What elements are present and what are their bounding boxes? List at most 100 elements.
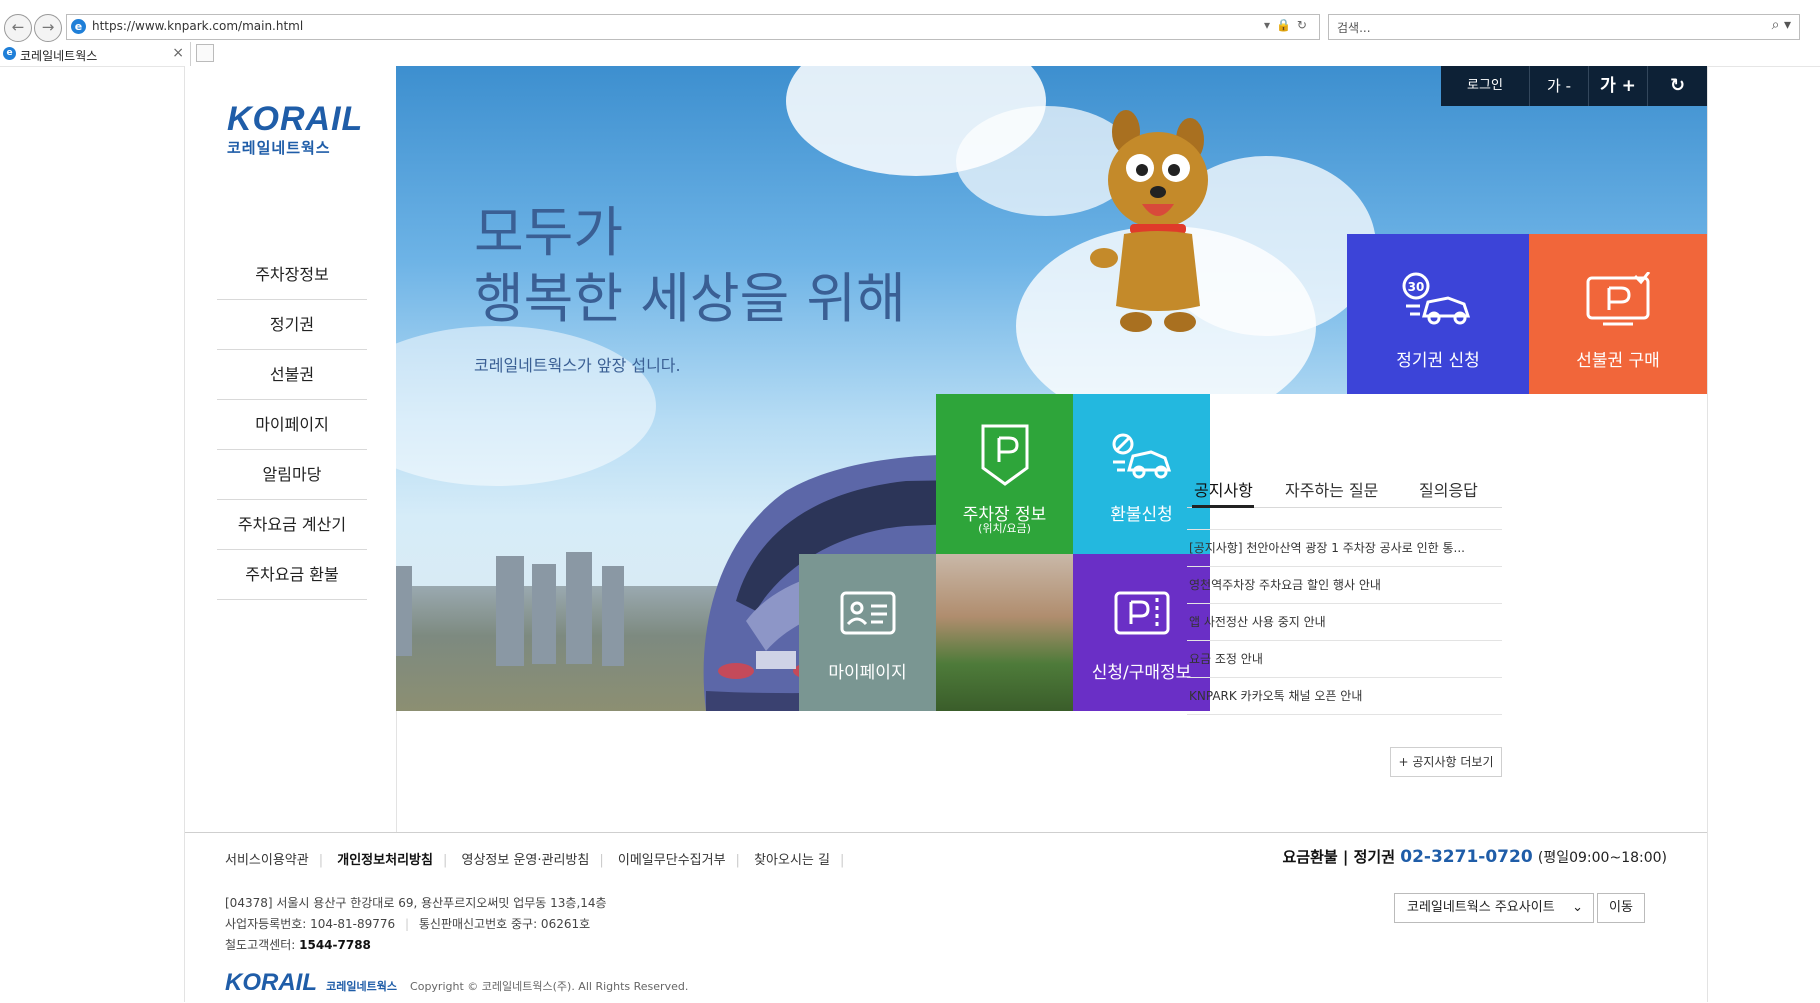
car-30-icon: 30: [1402, 272, 1471, 325]
footer: 서비스이용약관 | 개인정보처리방침 | 영상정보 운영·관리방침 | 이메일무단수집…: [185, 832, 1707, 1003]
tile-parking-info[interactable]: 주차장 정보 (위치/요금): [936, 394, 1073, 554]
tab-notice[interactable]: 공지사항: [1194, 477, 1253, 501]
search-icon[interactable]: ⌕ ▾: [1772, 17, 1791, 33]
font-decrease-button[interactable]: 가 -: [1530, 66, 1588, 106]
close-tab-icon[interactable]: ×: [172, 45, 184, 61]
parking-card-icon: [1586, 272, 1651, 326]
family-site-value: 코레일네트웍스 주요사이트: [1407, 900, 1555, 915]
mascot-dog-image: [1090, 110, 1208, 332]
ie-icon: e: [71, 19, 86, 34]
notice-tabs: 공지사항 자주하는 질문 질의응답: [1187, 463, 1502, 508]
link-divider: |: [442, 853, 448, 868]
building-shape: [532, 564, 556, 664]
tile-prepaid-purchase[interactable]: 선불권 구매: [1529, 234, 1707, 394]
footer-link-privacy[interactable]: 개인정보처리방침: [337, 853, 433, 868]
menu-item-season-ticket[interactable]: 정기권: [217, 300, 367, 350]
tile-parking-info-sub: (위치/요금): [978, 522, 1031, 535]
info-divider: |: [404, 917, 410, 931]
tile-prepaid-label: 선불권 구매: [1576, 351, 1660, 371]
logo-sub: 코레일네트웍스: [227, 139, 331, 157]
slogan-line-2: 행복한 세상을 위해: [474, 267, 906, 330]
browser-search-box[interactable]: 검색... ⌕ ▾: [1328, 14, 1800, 40]
notice-item[interactable]: KNPARK 카카오톡 채널 오픈 안내: [1187, 678, 1502, 715]
customer-center: 철도고객센터: 1544-7788: [225, 935, 607, 956]
tab-faq[interactable]: 자주하는 질문: [1285, 477, 1378, 501]
building-shape: [602, 566, 624, 666]
building-shape: [396, 566, 412, 656]
family-site-select[interactable]: 코레일네트웍스 주요사이트 ⌄: [1394, 893, 1594, 923]
tile-mypage-label: 마이페이지: [828, 663, 907, 683]
logo-word: KORAIL: [227, 100, 364, 138]
forward-button[interactable]: →: [34, 14, 62, 42]
link-divider: |: [318, 853, 324, 868]
tile-season-ticket-apply[interactable]: 30 정기권 신청: [1347, 234, 1529, 394]
notice-more-button[interactable]: + 공지사항 더보기: [1390, 747, 1502, 777]
mail-order-number: 통신판매신고번호 중구: 06261호: [418, 917, 591, 931]
hero-banner: 모두가 행복한 세상을 위해 코레일네트웍스가 앞장 섭니다. 로그인 가 - …: [396, 66, 1707, 711]
menu-item-parking-info[interactable]: 주차장정보: [217, 250, 367, 300]
notice-item[interactable]: 영천역주차장 주차요금 할인 행사 안내: [1187, 567, 1502, 604]
page-frame: KORAIL 코레일네트웍스 주차장정보 정기권 선불권 마이페이지 알림마당 …: [184, 66, 1708, 1003]
refund-car-icon: [1112, 433, 1172, 479]
footer-logo-word: KORAIL: [225, 969, 317, 996]
link-divider: |: [839, 853, 845, 868]
footer-link-cctv[interactable]: 영상정보 운영·관리방침: [461, 853, 589, 868]
browser-tab[interactable]: e 코레일네트웍스 ×: [0, 42, 191, 66]
notice-item[interactable]: 앱 사전정산 사용 중지 안내: [1187, 604, 1502, 641]
company-address: [04378] 서울시 용산구 한강대로 69, 용산푸르지오써밋 업무동 13…: [225, 896, 607, 910]
footer-links: 서비스이용약관 | 개인정보처리방침 | 영상정보 운영·관리방침 | 이메일무단수집…: [225, 849, 854, 868]
link-divider: |: [735, 853, 740, 868]
badge-30: 30: [1408, 280, 1425, 294]
active-tab-underline: [1192, 505, 1254, 508]
building-shape: [496, 556, 524, 666]
sidebar: KORAIL 코레일네트웍스 주차장정보 정기권 선불권 마이페이지 알림마당 …: [185, 66, 397, 834]
notice-item[interactable]: [공지사항] 천안아산역 광장 1 주차장 공사로 인한 통...: [1187, 530, 1502, 567]
menu-item-fee-refund[interactable]: 주차요금 환불: [217, 550, 367, 600]
utility-bar: 로그인 가 - 가 + ↻: [1441, 66, 1707, 106]
browser-chrome: ← → e https://www.knpark.com/main.html ▾…: [0, 0, 1820, 67]
company-info: [04378] 서울시 용산구 한강대로 69, 용산푸르지오써밋 업무동 13…: [225, 893, 607, 956]
company-registration: 사업자등록번호: 104-81-89776 | 통신판매신고번호 중구: 062…: [225, 914, 607, 935]
tile-mypage[interactable]: 마이페이지: [799, 554, 936, 711]
family-site-go-button[interactable]: 이동: [1597, 893, 1645, 923]
url-text[interactable]: https://www.knpark.com/main.html: [92, 19, 303, 33]
menu-item-fee-calculator[interactable]: 주차요금 계산기: [217, 500, 367, 550]
parking-shield-icon: [981, 424, 1029, 486]
chevron-down-icon: ⌄: [1572, 900, 1583, 915]
menu-item-mypage[interactable]: 마이페이지: [217, 400, 367, 450]
footer-logo-small: 코레일네트웍스: [326, 980, 397, 993]
copyright-text: Copyright © 코레일네트웍스(주). All Rights Reser…: [410, 980, 689, 993]
id-card-icon: [840, 591, 896, 635]
search-placeholder[interactable]: 검색...: [1337, 19, 1371, 36]
menu-item-prepaid[interactable]: 선불권: [217, 350, 367, 400]
korail-logo[interactable]: KORAIL 코레일네트웍스: [227, 102, 363, 158]
building-shape: [566, 552, 592, 664]
biz-number: 사업자등록번호: 104-81-89776: [225, 917, 396, 931]
refresh-icon[interactable]: ↻: [1648, 66, 1707, 106]
notice-panel: 공지사항 자주하는 질문 질의응답 [공지사항] 천안아산역 광장 1 주차장 …: [1187, 463, 1502, 777]
cs-label: 철도고객센터:: [225, 938, 296, 952]
help-label: 요금환불 | 정기권: [1282, 848, 1396, 866]
tile-season-ticket-label: 정기권 신청: [1396, 351, 1480, 371]
notice-list: [공지사항] 천안아산역 광장 1 주차장 공사로 인한 통... 영천역주차장…: [1187, 529, 1502, 715]
back-button[interactable]: ←: [4, 14, 32, 42]
login-button[interactable]: 로그인: [1441, 66, 1529, 106]
footer-logo: KORAIL 코레일네트웍스 Copyright © 코레일네트웍스(주). A…: [225, 969, 688, 997]
tab-qna[interactable]: 질의응답: [1419, 477, 1478, 501]
footer-link-email-refusal[interactable]: 이메일무단수집거부: [618, 853, 726, 868]
notice-item[interactable]: 요금 조정 안내: [1187, 641, 1502, 678]
footer-link-directions[interactable]: 찾아오시는 길: [754, 853, 830, 868]
footer-link-terms[interactable]: 서비스이용약관: [225, 853, 309, 868]
link-divider: |: [599, 853, 604, 868]
menu-item-notice-board[interactable]: 알림마당: [217, 450, 367, 500]
font-increase-button[interactable]: 가 +: [1589, 66, 1647, 106]
new-tab-button[interactable]: [196, 44, 214, 62]
address-controls[interactable]: ▾🔒↻: [1264, 18, 1313, 32]
main-menu: 주차장정보 정기권 선불권 마이페이지 알림마당 주차요금 계산기 주차요금 환…: [217, 250, 367, 600]
tab-title: 코레일네트웍스: [20, 49, 98, 63]
cs-phone: 1544-7788: [299, 938, 371, 952]
parking-ticket-icon: [1114, 591, 1170, 635]
slogan-sub: 코레일네트웍스가 앞장 섭니다.: [474, 356, 681, 375]
address-bar[interactable]: e https://www.knpark.com/main.html ▾🔒↻: [66, 14, 1320, 40]
help-hours: (평일09:00~18:00): [1537, 850, 1667, 866]
